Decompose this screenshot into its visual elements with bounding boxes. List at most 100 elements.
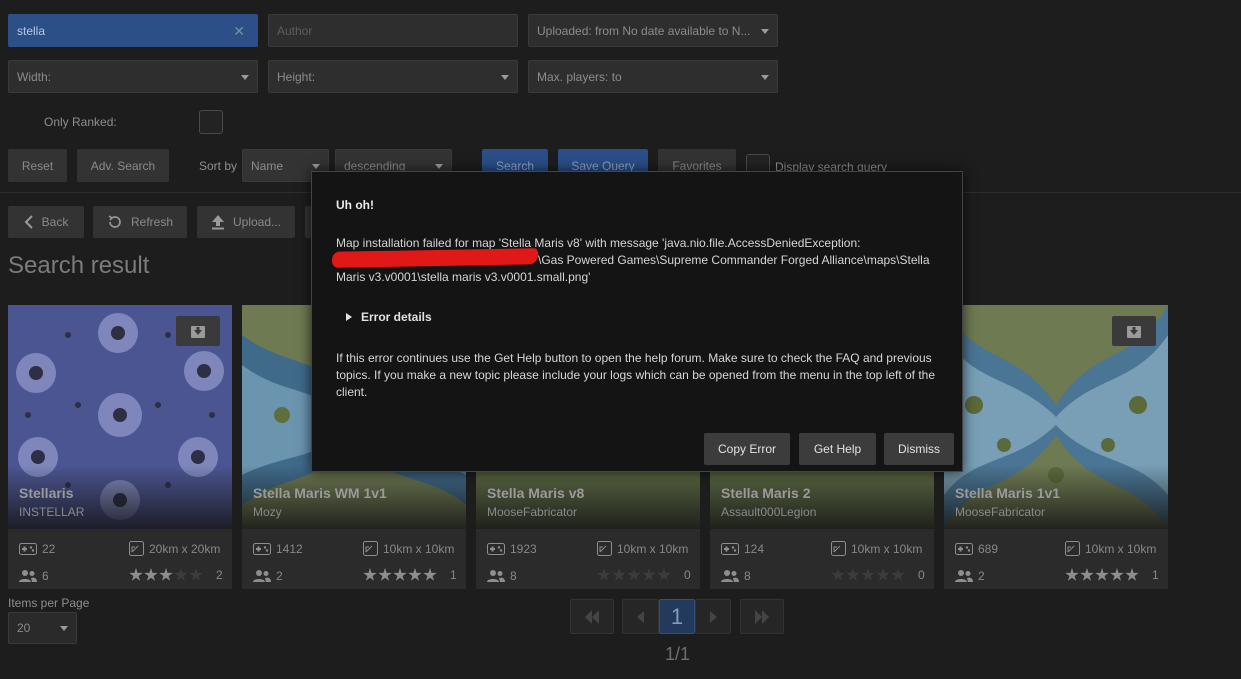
error-message-line-3: Maris v3.v0001\stella maris v3.v0001.sma… (336, 270, 591, 284)
rating-count: 2 (216, 568, 223, 582)
items-per-page-select[interactable]: 20 (8, 612, 77, 644)
only-ranked-checkbox[interactable] (199, 110, 223, 134)
error-dialog: Uh oh! Map installation failed for map '… (311, 171, 963, 472)
star-icon (861, 568, 875, 581)
chevron-down-icon (761, 74, 769, 80)
star-icon (627, 568, 641, 581)
chevron-down-icon (761, 28, 769, 34)
download-icon[interactable] (176, 316, 220, 346)
double-chevron-left-icon (585, 609, 599, 624)
star-icon (1110, 568, 1124, 581)
map-card-stellaris[interactable]: Stellaris INSTELLAR 22 20km x 20km 6 2 (8, 305, 232, 589)
current-page: 1 (670, 603, 684, 629)
author-field[interactable]: Author (268, 14, 518, 47)
error-details-label: Error details (361, 310, 432, 324)
map-size: 10km x 10km (1085, 541, 1157, 556)
map-name: Stellaris (19, 485, 74, 501)
star-icon (642, 568, 656, 581)
players-count: 2 (276, 569, 283, 583)
plays-count: 1412 (276, 542, 303, 556)
rating-stars (363, 568, 437, 582)
upload-button[interactable]: Upload... (197, 206, 295, 238)
plays-stat: 22 (19, 542, 55, 556)
players-count: 8 (510, 569, 517, 583)
previous-page-button[interactable] (622, 599, 659, 634)
map-size: 10km x 10km (617, 541, 689, 556)
copy-error-button[interactable]: Copy Error (704, 433, 790, 465)
current-page-button[interactable]: 1 (659, 599, 695, 634)
plays-count: 1923 (510, 542, 537, 556)
size-stat: 10km x 10km (597, 541, 688, 556)
author-placeholder: Author (277, 23, 313, 38)
chevron-down-icon (241, 74, 249, 80)
search-input[interactable]: stella ✕ (8, 14, 258, 47)
map-card-stella-maris-1v1[interactable]: Stella Maris 1v1 MooseFabricator 689 10k… (944, 305, 1168, 589)
star-icon (174, 568, 188, 581)
players-icon (253, 570, 271, 582)
max-players-select[interactable]: Max. players: to (528, 60, 778, 93)
height-select[interactable]: Height: (268, 60, 518, 93)
dialog-title: Uh oh! (336, 198, 374, 212)
dismiss-button[interactable]: Dismiss (884, 433, 954, 465)
star-icon (831, 568, 845, 581)
max-players-value: Max. players: to (537, 69, 622, 84)
star-icon (876, 568, 890, 581)
players-icon (721, 570, 739, 582)
players-count: 8 (744, 569, 751, 583)
plays-stat: 1412 (253, 542, 303, 556)
back-button[interactable]: Back (8, 206, 84, 238)
rating-count: 1 (1152, 568, 1159, 582)
download-icon[interactable] (1112, 316, 1156, 346)
star-icon (378, 568, 392, 581)
page-title: Search result (8, 252, 150, 279)
next-page-button[interactable] (695, 599, 731, 634)
first-page-button[interactable] (570, 599, 614, 634)
chevron-down-icon (501, 74, 509, 80)
search-input-value: stella (17, 23, 46, 38)
upload-label: Upload... (232, 215, 282, 229)
map-size-icon (129, 541, 144, 556)
star-icon (363, 568, 377, 581)
error-details-toggle[interactable]: Error details (346, 310, 432, 324)
map-size: 10km x 10km (383, 541, 455, 556)
size-stat: 10km x 10km (831, 541, 922, 556)
plays-stat: 1923 (487, 542, 537, 556)
back-icon (24, 215, 33, 229)
star-icon (423, 568, 437, 581)
players-stat: 8 (487, 569, 517, 583)
get-help-button[interactable]: Get Help (799, 433, 876, 465)
help-text: If this error continues use the Get Help… (336, 351, 936, 399)
adv-search-button[interactable]: Adv. Search (77, 149, 169, 182)
refresh-label: Refresh (130, 215, 174, 229)
height-value: Height: (277, 69, 316, 84)
players-stat: 8 (721, 569, 751, 583)
plays-count: 124 (744, 542, 765, 556)
rating-stars (129, 568, 203, 582)
sort-by-label: Sort by (199, 159, 238, 173)
map-size-icon (597, 541, 612, 556)
width-value: Width: (17, 69, 52, 84)
map-size-icon (363, 541, 378, 556)
rating-stars (1065, 568, 1139, 582)
sort-field-value: Name (251, 158, 284, 173)
star-icon (189, 568, 203, 581)
expand-triangle-icon (346, 313, 352, 321)
clear-icon[interactable]: ✕ (233, 23, 245, 40)
gamepad-icon (19, 543, 37, 555)
only-ranked-label: Only Ranked: (44, 115, 117, 129)
map-name: Stella Maris v8 (487, 485, 585, 501)
players-count: 6 (42, 569, 49, 583)
rating-count: 0 (918, 568, 925, 582)
star-icon (597, 568, 611, 581)
refresh-icon (108, 215, 121, 228)
players-stat: 6 (19, 569, 49, 583)
upload-icon (211, 215, 224, 230)
star-icon (144, 568, 158, 581)
plays-count: 689 (978, 542, 999, 556)
width-select[interactable]: Width: (8, 60, 258, 93)
star-icon (657, 568, 671, 581)
last-page-button[interactable] (740, 599, 784, 634)
refresh-button[interactable]: Refresh (93, 206, 187, 238)
reset-button[interactable]: Reset (8, 149, 67, 182)
uploaded-date-select[interactable]: Uploaded: from No date available to N... (528, 14, 778, 47)
